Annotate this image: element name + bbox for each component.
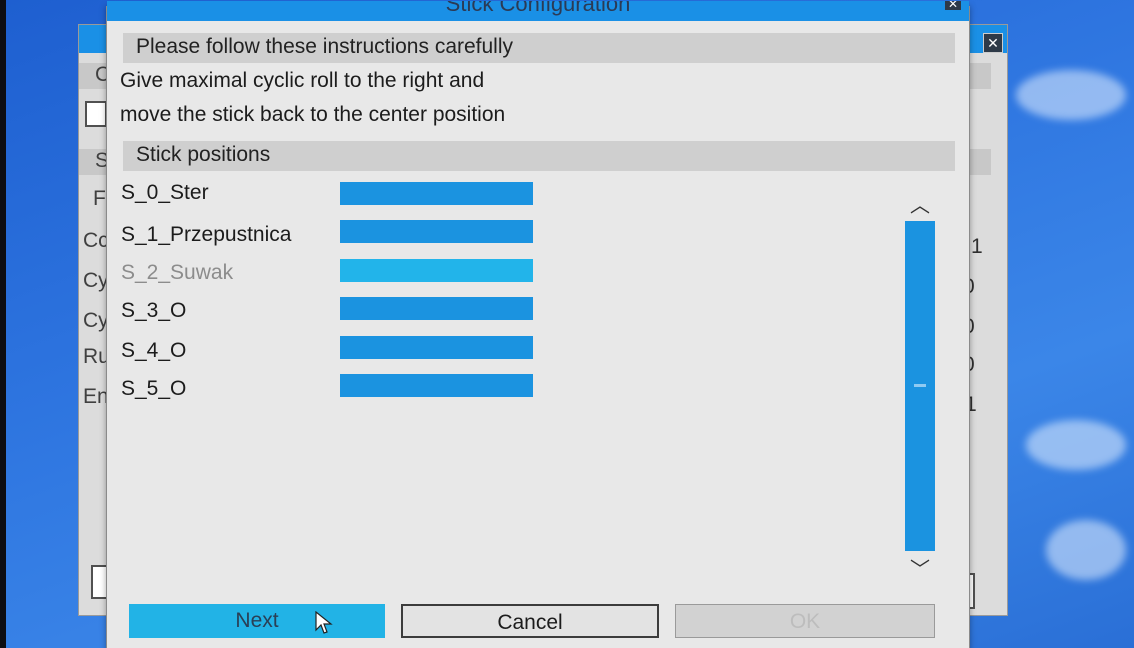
parent-label: En — [83, 385, 109, 408]
scrollbar-thumb[interactable] — [905, 221, 935, 551]
ok-button[interactable]: OK — [675, 604, 935, 638]
parent-close-icon[interactable]: ✕ — [983, 33, 1003, 53]
parent-label: Cy — [83, 269, 109, 292]
stick-label-s3: S_3_O — [121, 299, 187, 322]
next-button[interactable]: Next — [129, 604, 385, 638]
scrollbar-grip — [914, 384, 926, 387]
instruction-line: move the stick back to the center positi… — [120, 103, 506, 126]
cancel-button[interactable]: Cancel — [401, 604, 659, 638]
parent-label: F — [93, 187, 106, 210]
stick-position-bar-s5 — [340, 374, 533, 397]
parent-value: 1 — [971, 235, 983, 258]
stick-position-bar-s4 — [340, 336, 533, 359]
parent-label: Cc — [83, 229, 109, 252]
stick-position-bar-s2 — [340, 259, 533, 282]
instructions-header: Please follow these instructions careful… — [123, 33, 955, 63]
dialog-titlebar: Stick Configuration ✕ — [107, 1, 969, 21]
cloud-decoration — [1026, 420, 1126, 470]
stick-positions-header-label: Stick positions — [136, 143, 271, 166]
stick-configuration-dialog: Stick Configuration ✕ Please follow thes… — [106, 1, 970, 648]
instructions-header-label: Please follow these instructions careful… — [136, 35, 514, 58]
cloud-decoration — [1016, 70, 1126, 120]
stick-label-s5: S_5_O — [121, 377, 187, 400]
stick-list-scrollbar[interactable]: ︿ ﹀ — [903, 193, 937, 585]
mouse-cursor-icon — [315, 611, 333, 634]
stick-label-s0: S_0_Ster — [121, 181, 209, 204]
parent-label: Cy — [83, 309, 109, 332]
stick-label-s2: S_2_Suwak — [121, 261, 234, 284]
stick-position-bar-s3 — [340, 297, 533, 320]
stick-label-s4: S_4_O — [121, 339, 187, 362]
instruction-line: Give maximal cyclic roll to the right an… — [120, 69, 485, 92]
dialog-close-icon[interactable]: ✕ — [945, 1, 961, 10]
stick-position-bar-s0 — [340, 182, 533, 205]
stick-label-s1: S_1_Przepustnica — [121, 223, 292, 246]
parent-checkbox[interactable] — [85, 101, 107, 127]
dialog-title: Stick Configuration — [445, 1, 631, 16]
photo-frame: ✕ C S F Cc Cy Cy Ru En 1 0 0 0 1 Stick C… — [0, 0, 1134, 648]
stick-position-bar-s1 — [340, 220, 533, 243]
stick-positions-header: Stick positions — [123, 141, 955, 171]
scroll-down-icon[interactable]: ﹀ — [903, 557, 937, 583]
cloud-decoration — [1046, 520, 1126, 580]
scroll-up-icon[interactable]: ︿ — [903, 193, 937, 219]
